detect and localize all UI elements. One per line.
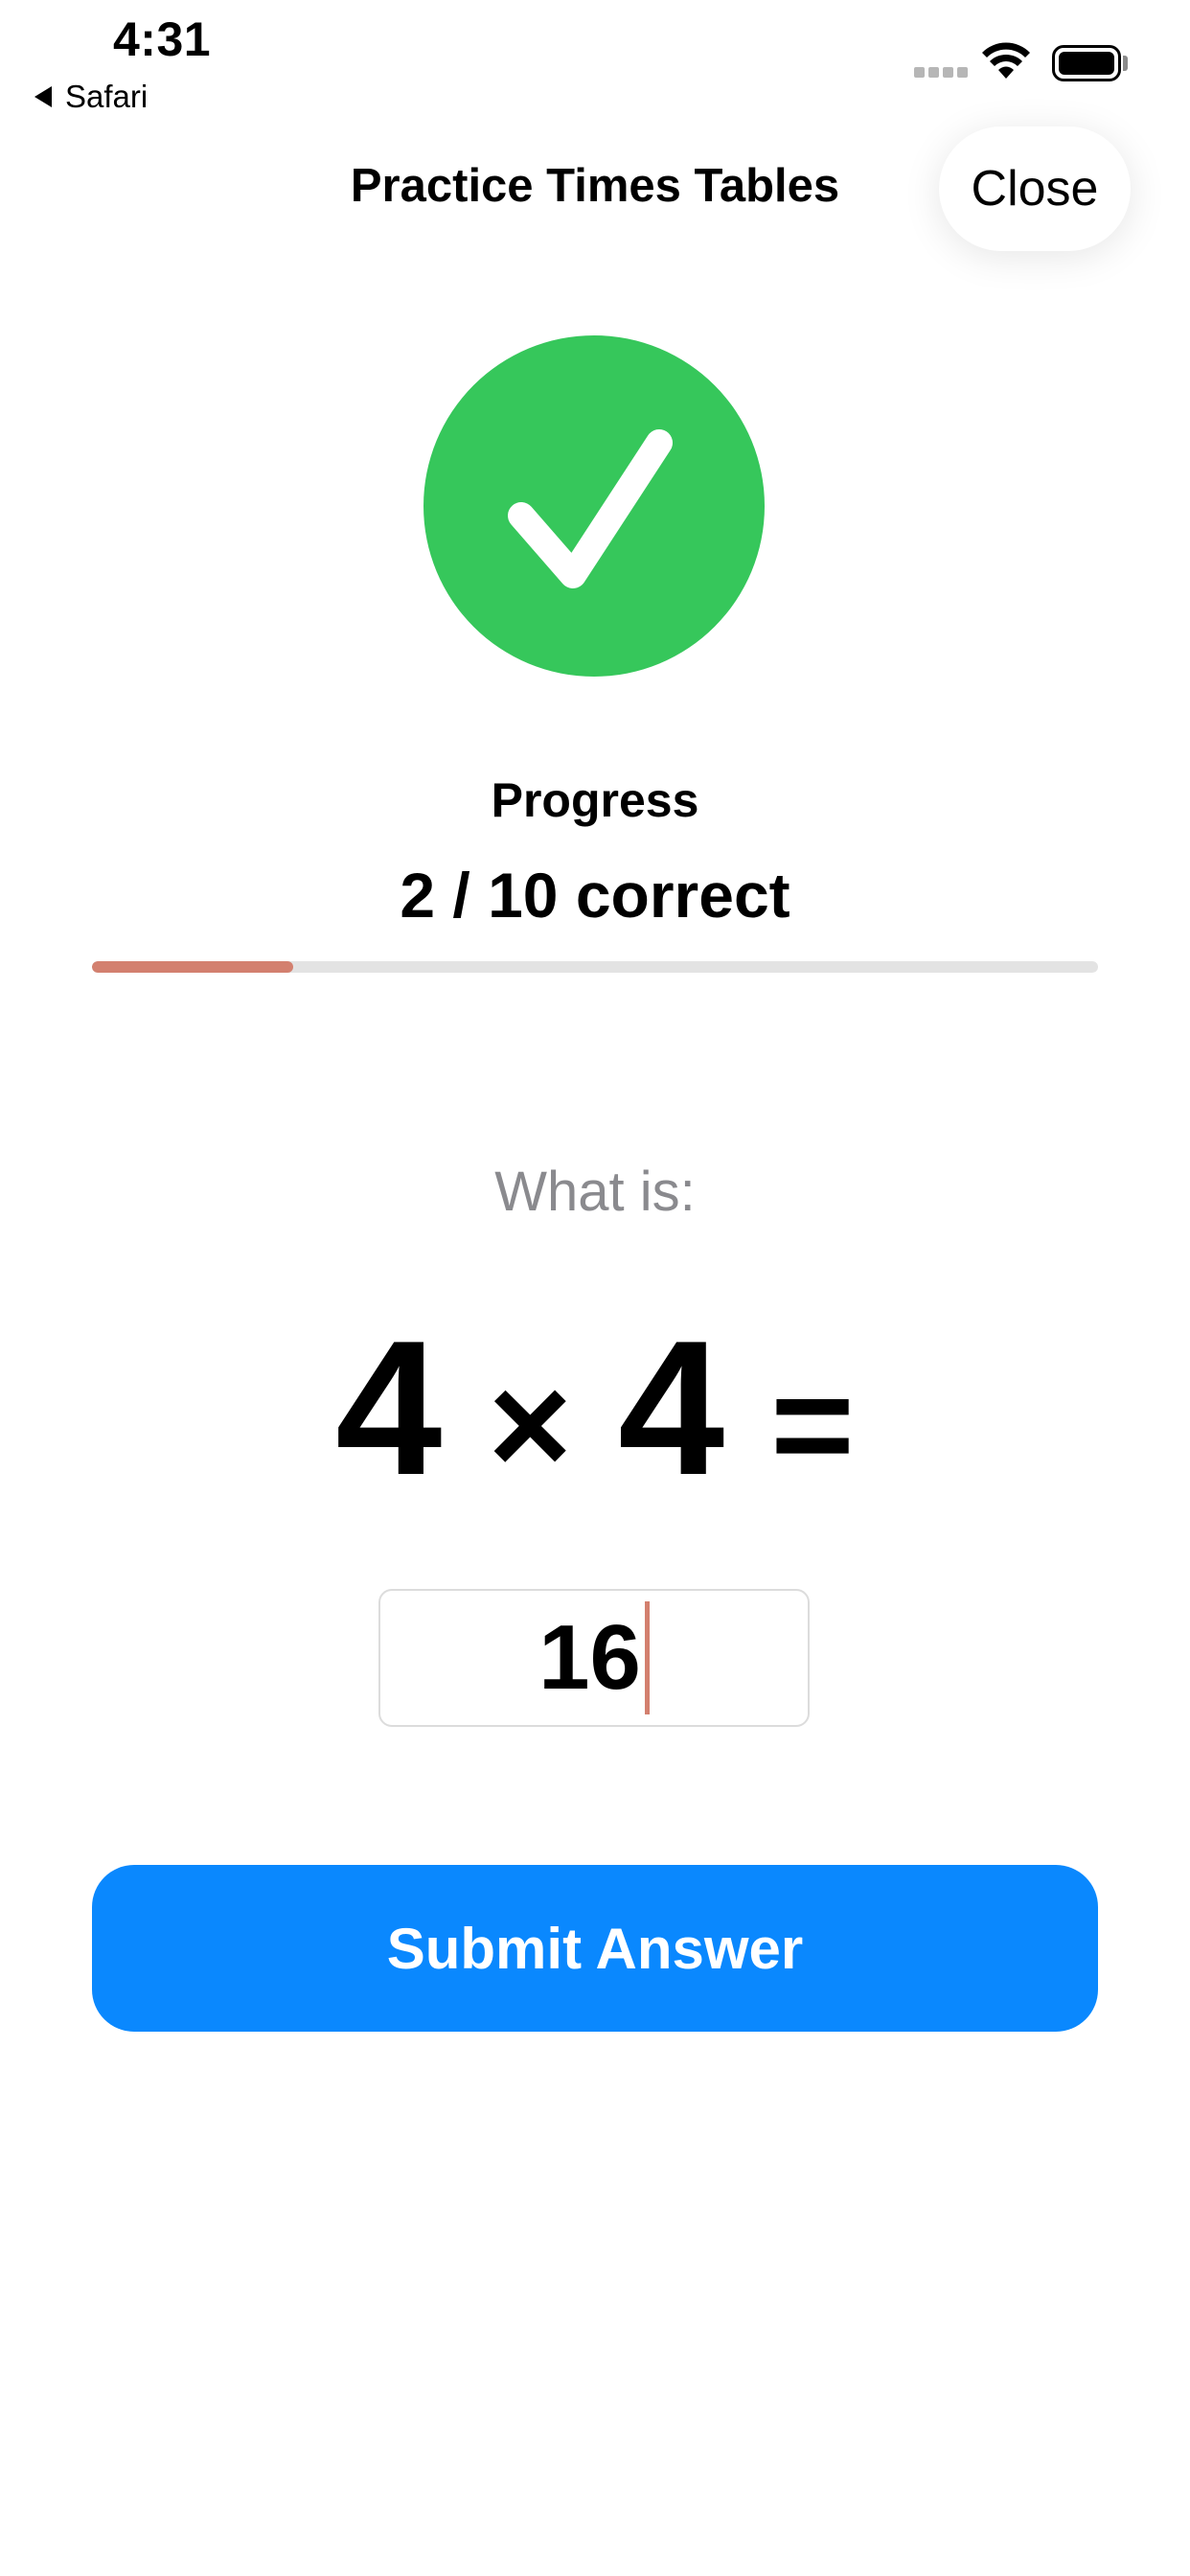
battery-icon xyxy=(1052,45,1121,81)
wifi-icon xyxy=(981,42,1031,85)
equation: 4 × 4 = xyxy=(0,1313,1190,1505)
signal-dots-icon xyxy=(914,67,968,78)
equals-sign: = xyxy=(770,1344,855,1505)
progress-bar-fill xyxy=(92,961,293,973)
answer-input[interactable]: 16 xyxy=(378,1589,810,1727)
checkmark-circle-icon xyxy=(423,335,765,677)
back-to-safari-link[interactable]: Safari xyxy=(34,79,148,115)
question-prompt: What is: xyxy=(494,1161,696,1223)
right-operand: 4 xyxy=(618,1301,725,1515)
status-time: 4:31 xyxy=(113,12,212,66)
left-operand: 4 xyxy=(335,1301,443,1515)
multiply-operator: × xyxy=(488,1344,572,1505)
back-arrow-icon xyxy=(34,86,52,107)
text-caret xyxy=(644,1601,650,1714)
progress-count: 2 / 10 correct xyxy=(400,860,790,931)
submit-answer-button[interactable]: Submit Answer xyxy=(92,1865,1098,2032)
progress-bar xyxy=(92,961,1098,973)
battery-nub xyxy=(1123,56,1128,71)
back-app-label: Safari xyxy=(65,79,149,114)
progress-label: Progress xyxy=(491,773,699,827)
close-button[interactable]: Close xyxy=(939,126,1131,251)
answer-value[interactable]: 16 xyxy=(538,1605,641,1711)
